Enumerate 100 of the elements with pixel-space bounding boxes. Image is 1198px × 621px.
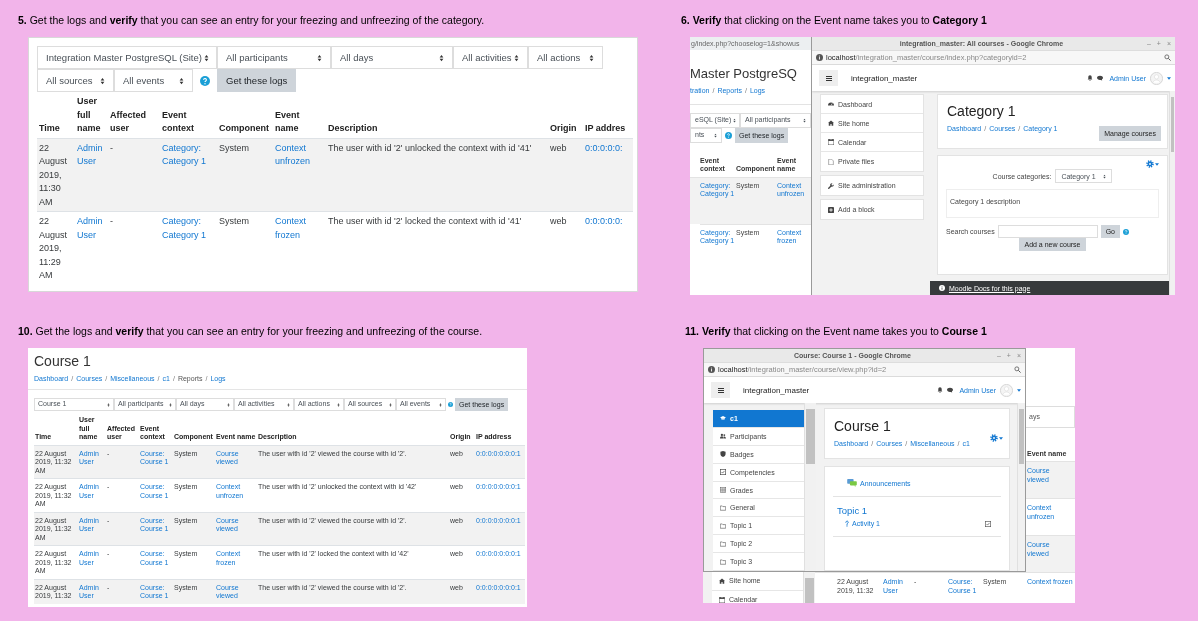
table-link[interactable]: Context frozen: [273, 212, 326, 285]
folder-icon: [720, 540, 726, 547]
bell-icon[interactable]: [937, 387, 944, 393]
updown-arrow-icon: [803, 117, 806, 123]
chat-icon[interactable]: [947, 387, 954, 393]
updown-arrow-icon: [439, 53, 444, 62]
search-icon: [1014, 366, 1021, 373]
updown-arrow-icon: [317, 53, 322, 62]
question-mark-icon: [845, 520, 849, 527]
bell-icon[interactable]: [1087, 75, 1094, 81]
info-icon: [939, 285, 945, 291]
menu-icon: [825, 75, 832, 81]
caret-icon[interactable]: [999, 436, 1003, 440]
site-name[interactable]: integration_master: [851, 73, 918, 83]
dropdown[interactable]: All activities: [453, 46, 528, 69]
info-icon: [708, 366, 715, 373]
grid-icon: [720, 487, 726, 493]
updown-arrow-icon: [589, 53, 594, 62]
wrench-icon: [828, 182, 834, 189]
table-link[interactable]: 0:0:0:0:0:: [583, 138, 633, 211]
folder-icon: [720, 504, 726, 511]
folder-icon: [720, 558, 726, 565]
home-icon: [719, 578, 725, 584]
table-link[interactable]: 0:0:0:0:0:: [583, 212, 633, 285]
table-cell-text: The user with id '2' locked the context with id '41': [327, 215, 523, 228]
updown-arrow-icon: [203, 53, 209, 62]
search-field[interactable]: [997, 225, 1098, 238]
column-header: Event context: [162, 108, 194, 135]
page-title: Course 1: [34, 352, 92, 370]
updown-arrow-icon: [100, 76, 105, 85]
folder-icon: [720, 522, 726, 529]
caret-icon[interactable]: [1017, 388, 1021, 392]
page-title: Course 1: [834, 418, 892, 434]
table-link[interactable]: Context unfrozen: [273, 138, 326, 211]
dropdown[interactable]: Integration Master PostgreSQL (Site): [37, 46, 217, 69]
column-header: Origin: [550, 123, 577, 133]
table-cell: The user with id '2' unlocked the context with id '41': [326, 138, 548, 211]
search-icon: [1164, 54, 1171, 61]
get-logs-button[interactable]: Get these logs: [217, 69, 297, 92]
add-block-icon: [828, 206, 834, 213]
table-cell-text: -: [109, 215, 114, 228]
forum-icon: [847, 479, 857, 487]
scrollbar[interactable]: [1169, 91, 1175, 295]
updown-arrow-icon: [439, 402, 442, 407]
updown-arrow-icon: [107, 402, 110, 407]
column-header: Affected user: [110, 108, 146, 135]
table-cell-text: web: [549, 215, 568, 228]
table-link[interactable]: Admin User: [75, 212, 108, 285]
chat-icon[interactable]: [1097, 75, 1104, 81]
caret-icon[interactable]: [1155, 162, 1159, 166]
topic-title[interactable]: Topic 1: [833, 505, 1001, 516]
dropdown[interactable]: All events: [114, 69, 193, 92]
dashboard-icon: [828, 101, 834, 107]
scrollbar[interactable]: [804, 403, 816, 571]
scrollbar[interactable]: [803, 572, 815, 603]
table-cell-text: System: [218, 215, 250, 228]
table-cell: System: [217, 138, 273, 211]
updown-arrow-icon: [733, 117, 737, 123]
table-cell: web: [548, 138, 583, 211]
table-link[interactable]: Admin User: [75, 138, 108, 211]
dropdown[interactable]: All actions: [528, 46, 603, 69]
step-instruction: 10. Get the logs and verify that you can see an entry for your freezing and unfreezing of the course.: [18, 325, 484, 338]
menu-icon: [717, 387, 724, 393]
step-instruction: 5. Get the logs and verify that you can see an entry for your freezing and unfreezing of the category.: [18, 14, 486, 27]
updown-arrow-icon: [337, 402, 340, 407]
graduation-cap-icon: [720, 415, 726, 422]
updown-arrow-icon: [169, 402, 172, 407]
column-header: Component: [219, 123, 269, 133]
column-header: Description: [328, 123, 378, 133]
site-name[interactable]: integration_master: [743, 385, 810, 395]
checkbox-icon: [720, 469, 726, 476]
updown-arrow-icon: [179, 76, 184, 85]
dropdown[interactable]: All sources: [37, 69, 114, 92]
step-instruction: 6. Verify that clicking on the Event name takes you to Category 1: [681, 14, 988, 27]
updown-arrow-icon: [389, 402, 392, 407]
updown-arrow-icon: [714, 132, 717, 138]
help-icon[interactable]: [200, 75, 210, 86]
table-link[interactable]: Category: Category 1: [160, 212, 217, 285]
menu-button[interactable]: [819, 70, 838, 86]
help-icon[interactable]: [448, 402, 453, 407]
column-header: IP addres: [585, 123, 626, 133]
help-icon[interactable]: [1123, 228, 1129, 235]
shield-icon: [720, 451, 726, 458]
help-icon[interactable]: [725, 131, 732, 139]
caret-icon[interactable]: [1167, 76, 1171, 80]
column-header: Time: [39, 123, 60, 133]
table-cell-text: 22 August 2019, 11:29 AM: [38, 215, 69, 282]
updown-arrow-icon: [514, 53, 519, 62]
menu-button[interactable]: [711, 382, 730, 398]
users-icon: [720, 433, 726, 440]
page-title: Master PostgreSQ: [690, 66, 798, 81]
dropdown[interactable]: All participants: [217, 46, 331, 69]
table-cell: -: [108, 138, 160, 211]
table-cell: 22 August 2019, 11:30 AM: [37, 138, 75, 211]
table-link[interactable]: Category: Category 1: [160, 138, 217, 211]
scrollbar[interactable]: [1017, 403, 1025, 571]
file-icon: [828, 158, 834, 165]
checkbox-icon[interactable]: [985, 520, 991, 527]
dropdown[interactable]: All days: [331, 46, 453, 69]
calendar-icon: [828, 139, 834, 145]
